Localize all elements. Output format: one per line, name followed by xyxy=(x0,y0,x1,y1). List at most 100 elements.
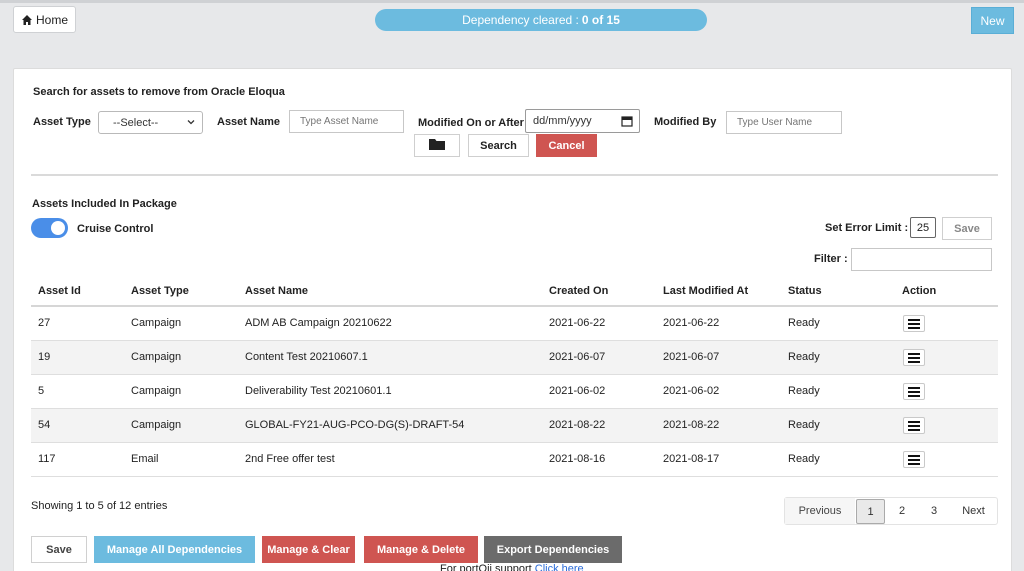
support-link[interactable]: Click here xyxy=(535,563,584,571)
dependency-status-bar: Dependency cleared : 0 of 15 xyxy=(375,9,707,31)
cell-asset-name: Deliverability Test 20210601.1 xyxy=(245,385,392,397)
cell-status: Ready xyxy=(788,385,820,397)
dependency-status-count: 0 of 15 xyxy=(581,13,620,27)
asset-type-label: Asset Type xyxy=(33,116,91,128)
cell-last-modified: 2021-08-22 xyxy=(663,419,720,431)
table-row: 27 Campaign ADM AB Campaign 20210622 202… xyxy=(31,307,998,341)
cell-created-on: 2021-06-07 xyxy=(549,351,606,363)
menu-icon xyxy=(908,386,920,397)
row-action-button[interactable] xyxy=(903,417,925,434)
cell-last-modified: 2021-06-22 xyxy=(663,317,720,329)
home-button[interactable]: Home xyxy=(13,6,76,33)
menu-icon xyxy=(908,318,920,329)
main-panel: Search for assets to remove from Oracle … xyxy=(13,68,1012,571)
pagination-next[interactable]: Next xyxy=(950,498,997,524)
col-asset-id[interactable]: Asset Id xyxy=(38,285,81,297)
save-limit-button[interactable]: Save xyxy=(942,217,992,240)
cell-asset-type: Email xyxy=(131,453,159,465)
cell-asset-id: 54 xyxy=(38,419,51,431)
filter-label: Filter : xyxy=(814,253,848,265)
folder-icon xyxy=(428,137,446,154)
cell-status: Ready xyxy=(788,351,820,363)
home-icon xyxy=(21,14,33,26)
asset-name-label: Asset Name xyxy=(217,116,280,128)
error-limit-input[interactable]: 25 xyxy=(910,217,936,238)
cell-asset-name: 2nd Free offer test xyxy=(245,453,335,465)
cell-asset-type: Campaign xyxy=(131,385,182,397)
error-limit-label: Set Error Limit : xyxy=(825,222,909,234)
modified-date-input[interactable]: dd/mm/yyyy xyxy=(525,109,640,133)
menu-icon xyxy=(908,352,920,363)
manage-delete-button[interactable]: Manage & Delete xyxy=(364,536,478,563)
cell-created-on: 2021-08-16 xyxy=(549,453,606,465)
cell-last-modified: 2021-06-02 xyxy=(663,385,720,397)
new-button[interactable]: New xyxy=(971,7,1014,34)
dependency-status-label: Dependency cleared : xyxy=(462,13,579,27)
col-asset-type[interactable]: Asset Type xyxy=(131,285,189,297)
col-created-on[interactable]: Created On xyxy=(549,285,608,297)
col-status[interactable]: Status xyxy=(788,285,822,297)
cruise-control-label: Cruise Control xyxy=(77,223,154,235)
cell-created-on: 2021-08-22 xyxy=(549,419,606,431)
save-button[interactable]: Save xyxy=(31,536,87,563)
asset-name-input[interactable] xyxy=(289,110,404,133)
cell-last-modified: 2021-06-07 xyxy=(663,351,720,363)
support-text: For portQii support xyxy=(440,563,532,571)
folder-button[interactable] xyxy=(414,134,460,157)
cell-asset-id: 5 xyxy=(38,385,45,397)
pagination: Previous 1 2 3 Next xyxy=(784,497,998,525)
row-action-button[interactable] xyxy=(903,383,925,400)
cell-asset-name: Content Test 20210607.1 xyxy=(245,351,368,363)
table-row: 5 Campaign Deliverability Test 20210601.… xyxy=(31,375,998,409)
toggle-knob xyxy=(51,221,65,235)
entries-summary: Showing 1 to 5 of 12 entries xyxy=(31,500,168,512)
top-edge xyxy=(0,0,1024,3)
table-row: 19 Campaign Content Test 20210607.1 2021… xyxy=(31,341,998,375)
col-action: Action xyxy=(902,285,937,297)
cancel-button[interactable]: Cancel xyxy=(536,134,597,157)
col-asset-name[interactable]: Asset Name xyxy=(245,285,308,297)
cell-created-on: 2021-06-02 xyxy=(549,385,606,397)
pagination-page-1[interactable]: 1 xyxy=(856,499,885,524)
pagination-page-2[interactable]: 2 xyxy=(886,498,918,524)
export-dependencies-button[interactable]: Export Dependencies xyxy=(484,536,622,563)
support-note: For portQii support Click here xyxy=(440,563,584,571)
calendar-icon[interactable] xyxy=(621,115,633,127)
manage-clear-button[interactable]: Manage & Clear xyxy=(262,536,355,563)
modified-on-label: Modified On or After xyxy=(418,117,524,129)
cell-asset-id: 19 xyxy=(38,351,51,363)
modified-by-input[interactable] xyxy=(726,111,842,134)
cell-status: Ready xyxy=(788,317,820,329)
cell-status: Ready xyxy=(788,453,820,465)
search-button[interactable]: Search xyxy=(468,134,529,157)
cell-asset-name: ADM AB Campaign 20210622 xyxy=(245,317,392,329)
cell-asset-id: 117 xyxy=(38,453,56,465)
section-divider xyxy=(31,174,998,176)
menu-icon xyxy=(908,420,920,431)
pagination-page-3[interactable]: 3 xyxy=(918,498,950,524)
row-action-button[interactable] xyxy=(903,315,925,332)
manage-all-dependencies-button[interactable]: Manage All Dependencies xyxy=(94,536,255,563)
asset-type-select[interactable]: --Select-- xyxy=(98,111,203,134)
chevron-down-icon xyxy=(186,117,196,127)
cruise-control-toggle[interactable] xyxy=(31,218,68,238)
row-action-button[interactable] xyxy=(903,349,925,366)
cell-asset-id: 27 xyxy=(38,317,51,329)
date-placeholder: dd/mm/yyyy xyxy=(533,115,592,127)
package-title: Assets Included In Package xyxy=(32,198,177,210)
asset-type-select-value: --Select-- xyxy=(113,116,159,129)
filter-input[interactable] xyxy=(851,248,992,271)
cell-created-on: 2021-06-22 xyxy=(549,317,606,329)
cell-asset-type: Campaign xyxy=(131,317,182,329)
table-header: Asset Id Asset Type Asset Name Created O… xyxy=(31,279,998,307)
table-row: 54 Campaign GLOBAL-FY21-AUG-PCO-DG(S)-DR… xyxy=(31,409,998,443)
row-action-button[interactable] xyxy=(903,451,925,468)
cell-status: Ready xyxy=(788,419,820,431)
col-last-modified[interactable]: Last Modified At xyxy=(663,285,748,297)
cell-last-modified: 2021-08-17 xyxy=(663,453,720,465)
cell-asset-name: GLOBAL-FY21-AUG-PCO-DG(S)-DRAFT-54 xyxy=(245,419,465,431)
home-label: Home xyxy=(35,12,68,27)
menu-icon xyxy=(908,454,920,465)
pagination-previous[interactable]: Previous xyxy=(785,498,855,524)
table-row: 117 Email 2nd Free offer test 2021-08-16… xyxy=(31,443,998,477)
